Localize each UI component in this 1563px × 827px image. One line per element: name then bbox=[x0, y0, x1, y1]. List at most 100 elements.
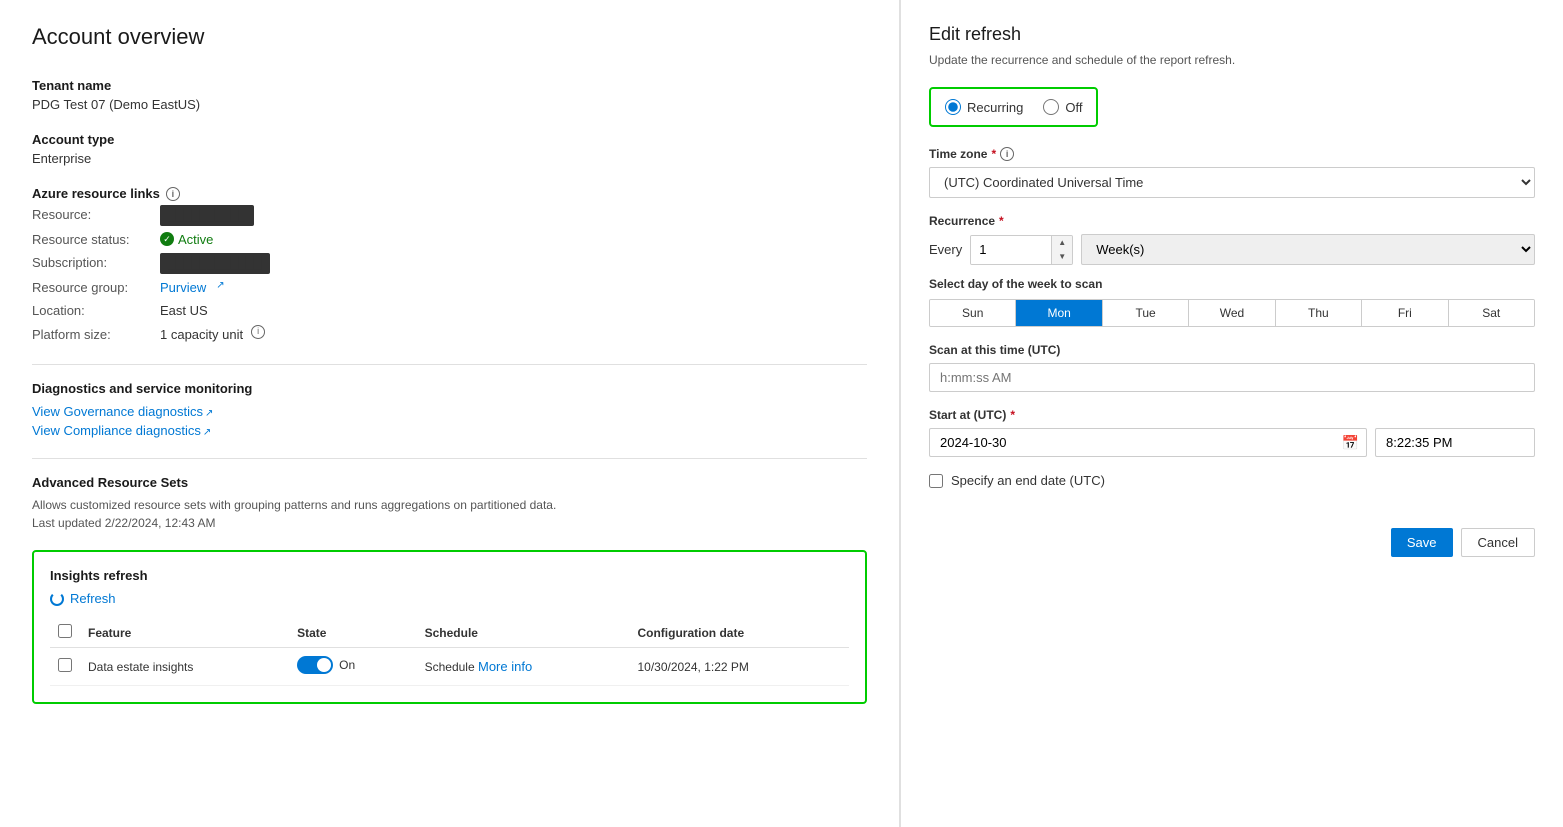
governance-external-icon: ↗ bbox=[205, 408, 213, 419]
spinner-buttons: ▲ ▼ bbox=[1051, 236, 1072, 264]
governance-diagnostics-link[interactable]: View Governance diagnostics bbox=[32, 404, 203, 419]
advanced-resource-updated: Last updated 2/22/2024, 12:43 AM bbox=[32, 516, 867, 530]
select-all-checkbox[interactable] bbox=[58, 624, 72, 638]
diagnostics-title: Diagnostics and service monitoring bbox=[32, 381, 867, 396]
tenant-name-value: PDG Test 07 (Demo EastUS) bbox=[32, 97, 867, 112]
increment-button[interactable]: ▲ bbox=[1052, 236, 1072, 250]
recurrence-radio-group: Recurring Off bbox=[929, 87, 1098, 127]
page-title: Account overview bbox=[32, 24, 867, 50]
advanced-resource-desc: Allows customized resource sets with gro… bbox=[32, 498, 867, 512]
timezone-required: * bbox=[991, 147, 996, 161]
recurring-option[interactable]: Recurring bbox=[945, 99, 1023, 115]
day-wed[interactable]: Wed bbox=[1189, 300, 1275, 326]
start-time-input[interactable] bbox=[1375, 428, 1535, 457]
platform-size-label: Platform size: bbox=[32, 325, 152, 345]
resource-status-row: Resource status: Active bbox=[32, 230, 867, 250]
toggle-label: On bbox=[339, 658, 355, 672]
recurring-label: Recurring bbox=[967, 100, 1023, 115]
row-feature: Data estate insights bbox=[80, 648, 289, 686]
compliance-external-icon: ↗ bbox=[203, 427, 211, 438]
row-state: On bbox=[289, 648, 416, 686]
day-sat[interactable]: Sat bbox=[1449, 300, 1534, 326]
resource-status-label: Resource status: bbox=[32, 230, 152, 250]
week-days-section: Select day of the week to scan Sun Mon T… bbox=[929, 277, 1535, 327]
every-label: Every bbox=[929, 242, 962, 257]
off-radio[interactable] bbox=[1043, 99, 1059, 115]
timezone-info-icon[interactable]: i bbox=[1000, 147, 1014, 161]
panel-title: Edit refresh bbox=[929, 24, 1535, 45]
platform-size-value: 1 capacity unit bbox=[160, 325, 243, 345]
status-badge: Active bbox=[160, 230, 213, 250]
cancel-button[interactable]: Cancel bbox=[1461, 528, 1535, 557]
header-config-date: Configuration date bbox=[629, 618, 849, 648]
header-state: State bbox=[289, 618, 416, 648]
account-type-value: Enterprise bbox=[32, 151, 867, 166]
recurrence-required: * bbox=[999, 214, 1004, 228]
unit-select[interactable]: Week(s) Day(s) Month(s) bbox=[1081, 234, 1535, 265]
end-date-label: Specify an end date (UTC) bbox=[951, 473, 1105, 488]
more-info-link[interactable]: More info bbox=[478, 659, 532, 674]
scan-time-input[interactable] bbox=[929, 363, 1535, 392]
timezone-select[interactable]: (UTC) Coordinated Universal Time bbox=[929, 167, 1535, 198]
timezone-label: Time zone * i bbox=[929, 147, 1535, 161]
day-fri[interactable]: Fri bbox=[1362, 300, 1448, 326]
left-panel: Account overview Tenant name PDG Test 07… bbox=[0, 0, 900, 827]
week-days-label: Select day of the week to scan bbox=[929, 277, 1535, 291]
save-button[interactable]: Save bbox=[1391, 528, 1453, 557]
day-mon[interactable]: Mon bbox=[1016, 300, 1102, 326]
day-sun[interactable]: Sun bbox=[930, 300, 1016, 326]
azure-resource-section: Azure resource links i Resource: ███████… bbox=[32, 186, 867, 344]
divider-2 bbox=[32, 458, 867, 459]
number-input-wrap: ▲ ▼ bbox=[970, 235, 1073, 265]
state-toggle-container: On bbox=[297, 656, 355, 674]
resource-value: ██████████ bbox=[160, 205, 254, 226]
day-thu[interactable]: Thu bbox=[1276, 300, 1362, 326]
resource-group-label: Resource group: bbox=[32, 278, 152, 298]
insights-table: Feature State Schedule Configuration dat… bbox=[50, 618, 849, 686]
action-buttons: Save Cancel bbox=[929, 528, 1535, 557]
status-badge-text: Active bbox=[178, 230, 213, 250]
start-date-input[interactable] bbox=[929, 428, 1367, 457]
compliance-diagnostics-link[interactable]: View Compliance diagnostics bbox=[32, 423, 201, 438]
header-checkbox-cell bbox=[50, 618, 80, 648]
resource-row: Resource: ██████████ bbox=[32, 205, 867, 226]
recurrence-number-input[interactable] bbox=[971, 236, 1051, 264]
resource-group-row: Resource group: Purview ↗ bbox=[32, 278, 867, 298]
date-input-wrap: 📅 bbox=[929, 428, 1367, 457]
calendar-icon[interactable]: 📅 bbox=[1342, 434, 1359, 451]
divider-1 bbox=[32, 364, 867, 365]
location-row: Location: East US bbox=[32, 301, 867, 321]
right-panel: Edit refresh Update the recurrence and s… bbox=[900, 0, 1563, 827]
off-option[interactable]: Off bbox=[1043, 99, 1082, 115]
row-checkbox[interactable] bbox=[58, 658, 72, 672]
platform-size-info-icon[interactable]: i bbox=[251, 325, 265, 339]
azure-resource-info-icon[interactable]: i bbox=[166, 187, 180, 201]
decrement-button[interactable]: ▼ bbox=[1052, 250, 1072, 264]
azure-resource-table: Resource: ██████████ Resource status: Ac… bbox=[32, 205, 867, 344]
recurrence-label: Recurrence * bbox=[929, 214, 1535, 228]
insights-refresh-section: Insights refresh Refresh Feature State S… bbox=[32, 550, 867, 704]
row-checkbox-cell bbox=[50, 648, 80, 686]
tenant-name-section: Tenant name PDG Test 07 (Demo EastUS) bbox=[32, 78, 867, 112]
refresh-button-label: Refresh bbox=[70, 591, 116, 606]
resource-label: Resource: bbox=[32, 205, 152, 226]
resource-group-link[interactable]: Purview bbox=[160, 278, 206, 298]
refresh-icon bbox=[50, 592, 64, 606]
account-type-label: Account type bbox=[32, 132, 867, 147]
location-label: Location: bbox=[32, 301, 152, 321]
days-row: Sun Mon Tue Wed Thu Fri Sat bbox=[929, 299, 1535, 327]
end-date-checkbox[interactable] bbox=[929, 474, 943, 488]
day-tue[interactable]: Tue bbox=[1103, 300, 1189, 326]
subscription-row: Subscription: ████████████ bbox=[32, 253, 867, 274]
account-type-section: Account type Enterprise bbox=[32, 132, 867, 166]
refresh-button[interactable]: Refresh bbox=[50, 591, 116, 606]
advanced-resource-section: Advanced Resource Sets Allows customized… bbox=[32, 475, 867, 530]
state-toggle[interactable] bbox=[297, 656, 333, 674]
end-date-row: Specify an end date (UTC) bbox=[929, 473, 1535, 488]
off-label: Off bbox=[1065, 100, 1082, 115]
insights-title: Insights refresh bbox=[50, 568, 849, 583]
subscription-value: ████████████ bbox=[160, 253, 270, 274]
recurring-radio[interactable] bbox=[945, 99, 961, 115]
row-config-date: 10/30/2024, 1:22 PM bbox=[629, 648, 849, 686]
recurrence-row: Every ▲ ▼ Week(s) Day(s) Month(s) bbox=[929, 234, 1535, 265]
